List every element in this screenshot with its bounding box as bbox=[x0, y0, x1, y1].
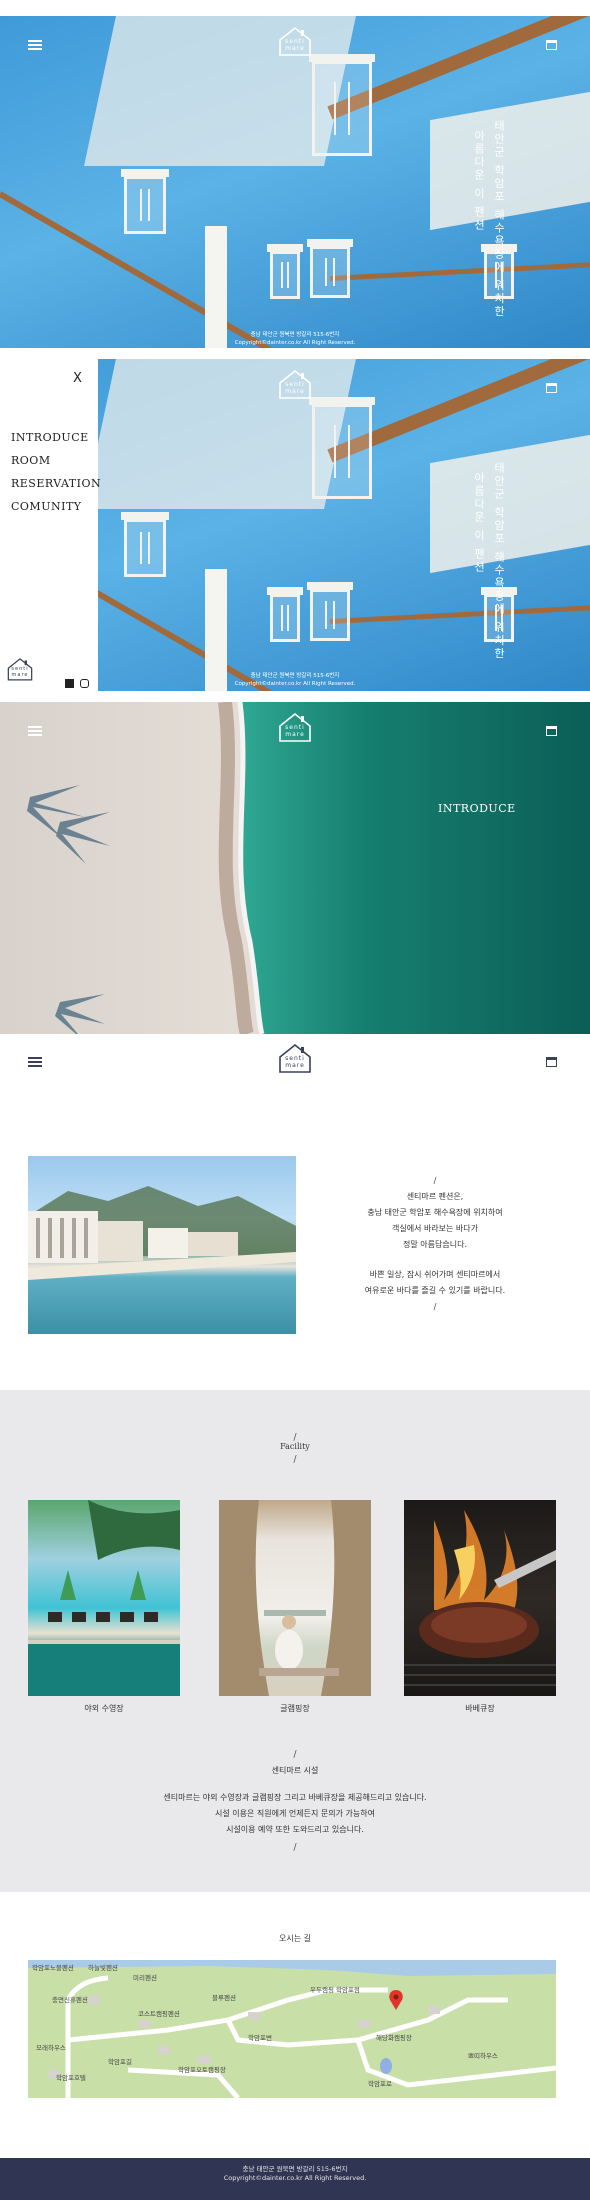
map-label: 미리펜션 bbox=[133, 1974, 157, 1982]
logo-text: mare bbox=[11, 672, 29, 678]
intro-line: 여유로운 바다를 즐길 수 있기를 바랍니다. bbox=[364, 1286, 506, 1295]
lantern bbox=[307, 239, 353, 298]
hero-vertical-text: 태안군 학암포 해수욕장에 위치한 bbox=[492, 462, 506, 661]
intro-line: 바쁜 일상, 잠시 쉬어가며 센티마르에서 bbox=[369, 1270, 501, 1279]
logo[interactable]: senti mare bbox=[277, 711, 313, 743]
logo[interactable]: senti mare bbox=[277, 25, 313, 57]
lantern bbox=[121, 169, 169, 234]
hero-vertical-text: 태안군 학암포 해수욕장에 위치한 bbox=[492, 120, 506, 319]
wood-beam bbox=[329, 604, 590, 624]
logo[interactable]: senti mare bbox=[277, 1042, 313, 1074]
side-menu: X INTRODUCE ROOM RESERVATION COMUNITY se… bbox=[0, 359, 101, 691]
slash-divider: / bbox=[433, 1302, 437, 1311]
facility-label-bbq: 바베큐장 bbox=[465, 1704, 495, 1713]
menu-item-room[interactable]: ROOM bbox=[11, 454, 101, 477]
hero-address: 충남 태안군 원북면 방갈리 515-6번지 bbox=[250, 332, 340, 338]
facility-label-glamping: 글램핑장 bbox=[280, 1704, 310, 1713]
menu-item-reservation[interactable]: RESERVATION bbox=[11, 477, 101, 500]
intro-text: / 센티마르 펜션은, 충남 태안군 학암포 해수욕장에 위치하여 객실에서 바… bbox=[330, 1173, 540, 1315]
logo-text: senti bbox=[285, 1055, 305, 1062]
map-label: 학암포로 bbox=[368, 2080, 392, 2088]
lantern bbox=[267, 587, 303, 642]
facility-photo-bbq[interactable] bbox=[404, 1500, 556, 1696]
map-label: 쁘띠하우스 bbox=[468, 2052, 498, 2060]
facebook-icon[interactable] bbox=[65, 679, 74, 688]
intro-line: 센티마르 펜션은, bbox=[406, 1192, 464, 1201]
intro-line: 충남 태안군 학암포 해수욕장에 위치하여 bbox=[367, 1208, 503, 1217]
menu-item-comunity[interactable]: COMUNITY bbox=[11, 500, 101, 523]
instagram-icon[interactable] bbox=[80, 679, 89, 688]
logo[interactable]: senti mare bbox=[277, 368, 313, 400]
slash-divider: / bbox=[293, 1843, 297, 1853]
footer-address: 충남 태안군 원북면 방갈리 515-6번지 bbox=[242, 2165, 348, 2173]
calendar-icon[interactable] bbox=[546, 383, 557, 393]
hero-vertical-text: 아름다운 이 펜션 bbox=[472, 130, 486, 232]
map-label: 학암포길 bbox=[108, 2058, 132, 2066]
intro-photo bbox=[28, 1156, 296, 1334]
facility-photo-pool[interactable] bbox=[28, 1500, 180, 1696]
map-label: 해당화캠핑장 bbox=[376, 2034, 412, 2042]
map-label: 학암포변 bbox=[248, 2034, 272, 2042]
facility-desc-line: 센티마르는 야외 수영장과 글램핑장 그리고 바베큐장을 제공해드리고 있습니다… bbox=[163, 1793, 427, 1802]
white-pole bbox=[205, 226, 227, 348]
side-menu-list: INTRODUCE ROOM RESERVATION COMUNITY bbox=[11, 431, 101, 523]
location-map[interactable]: 학암포노블펜션 하늘빛펜션 미리펜션 충면신휴펜션 코스트캠핑펜션 블루펜션 우… bbox=[28, 1960, 556, 2098]
logo-text: mare bbox=[285, 45, 305, 52]
intro-line: 객실에서 바라보는 바다가 bbox=[391, 1224, 479, 1233]
map-label: 블루펜션 bbox=[212, 1994, 236, 2002]
slash-divider: / bbox=[293, 1455, 297, 1465]
canopy-sail bbox=[430, 91, 590, 231]
map-label: 코스트캠핑펜션 bbox=[138, 2010, 180, 2018]
slash-divider: / bbox=[433, 1176, 437, 1185]
facility-photo-glamping[interactable] bbox=[219, 1500, 371, 1696]
map-label: 우두캠핑 학암포점 bbox=[310, 1986, 360, 1994]
lantern bbox=[309, 54, 375, 156]
side-menu-logo[interactable]: senti mare bbox=[6, 656, 34, 682]
map-label: 학암포오토캠핑장 bbox=[178, 2066, 226, 2074]
facility-description: 센티마르는 야외 수영장과 글램핑장 그리고 바베큐장을 제공해드리고 있습니다… bbox=[0, 1790, 590, 1838]
close-button[interactable]: X bbox=[73, 371, 82, 386]
facility-desc-line: 시설이용 예약 또한 도와드리고 있습니다. bbox=[226, 1825, 364, 1834]
menu-icon[interactable] bbox=[28, 1057, 42, 1067]
wood-beam bbox=[329, 261, 590, 281]
logo-text: senti bbox=[285, 724, 305, 731]
beach-aerial bbox=[27, 702, 590, 1034]
map-label: 학암포노블펜션 bbox=[32, 1964, 74, 1972]
intro-line: 정말 아름답습니다. bbox=[403, 1240, 467, 1249]
hero-vertical-text: 아름다운 이 펜션 bbox=[472, 472, 486, 574]
location-title: 오시는 길 bbox=[279, 1934, 311, 1943]
introduce-title: INTRODUCE bbox=[438, 802, 516, 815]
slash-divider: / bbox=[293, 1750, 297, 1760]
menu-icon[interactable] bbox=[28, 40, 42, 50]
facility-subtitle: 센티마르 시설 bbox=[271, 1766, 319, 1775]
introduce-banner bbox=[0, 702, 590, 1034]
facility-title: Facility bbox=[280, 1442, 310, 1451]
map-label: 모래하우스 bbox=[36, 2044, 66, 2052]
map-label: 하늘빛펜션 bbox=[88, 1964, 118, 1972]
footer-text: 충남 태안군 원북면 방갈리 515-6번지 Copyright©dainter… bbox=[0, 2165, 590, 2183]
hero-copyright: Copyright©dainter.co.kr All Right Reserv… bbox=[234, 340, 356, 346]
calendar-icon[interactable] bbox=[546, 40, 557, 50]
map-label: 학암포호텔 bbox=[56, 2074, 86, 2082]
logo-text: senti bbox=[285, 381, 305, 388]
logo-text: mare bbox=[285, 388, 305, 395]
map-label: 충면신휴펜션 bbox=[52, 1996, 88, 2004]
logo-text: mare bbox=[285, 1062, 305, 1069]
menu-item-introduce[interactable]: INTRODUCE bbox=[11, 431, 101, 454]
menu-icon[interactable] bbox=[28, 726, 42, 736]
canopy-sail bbox=[430, 434, 590, 574]
logo-text: senti bbox=[285, 38, 305, 45]
lantern bbox=[307, 582, 353, 641]
lantern bbox=[309, 397, 375, 499]
calendar-icon[interactable] bbox=[546, 726, 557, 736]
logo-text: mare bbox=[285, 731, 305, 738]
footer-copyright: Copyright©dainter.co.kr All Right Reserv… bbox=[223, 2174, 367, 2182]
calendar-icon[interactable] bbox=[546, 1057, 557, 1067]
facility-label-pool: 야외 수영장 bbox=[84, 1704, 124, 1713]
facility-desc-line: 시설 이용은 직원에게 언제든지 문의가 가능하여 bbox=[215, 1809, 375, 1818]
lantern bbox=[267, 244, 303, 299]
lantern bbox=[121, 512, 169, 577]
